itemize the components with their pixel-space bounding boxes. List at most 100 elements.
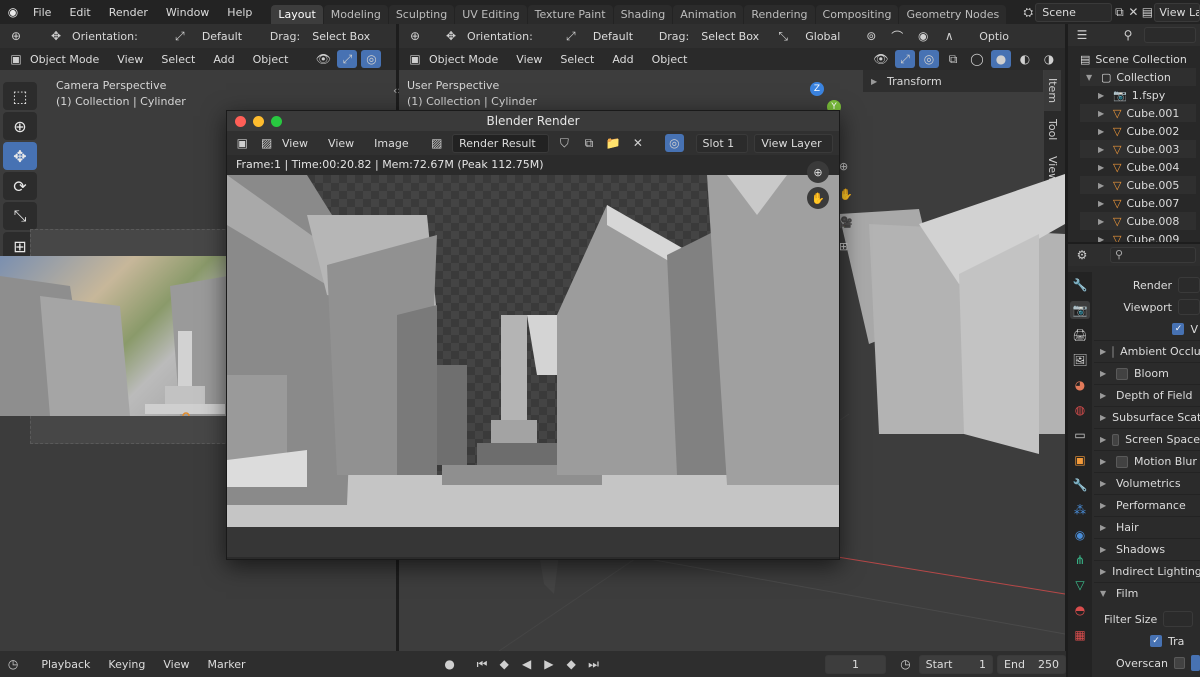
expand-icon[interactable]: ▶ (1100, 545, 1110, 554)
menu-view[interactable]: View (156, 656, 196, 673)
solid-shading-icon[interactable]: ● (991, 50, 1011, 68)
object-mode-select[interactable]: Object Mode (429, 51, 505, 68)
outliner-item[interactable]: ▶ ▽ Cube.003 (1080, 140, 1196, 158)
tab-layout[interactable]: Layout (271, 5, 323, 24)
play-icon[interactable]: ▶ (540, 655, 558, 673)
transparent-checkbox[interactable]: ✓ (1150, 635, 1162, 647)
filter-icon[interactable]: ⚲ (1118, 26, 1138, 44)
wireframe-shading-icon[interactable]: ◯ (967, 50, 987, 68)
outliner-item[interactable]: ▶ ▽ Cube.001 (1080, 104, 1196, 122)
drag-select[interactable]: Select Box (306, 28, 384, 45)
overscan-field[interactable] (1190, 655, 1200, 671)
transform-space-select[interactable]: Global (799, 28, 855, 45)
outliner-collection[interactable]: ▼ ▢ Collection (1080, 68, 1196, 86)
proportional-edit-icon[interactable]: ◉ (913, 27, 933, 45)
expand-icon[interactable]: ▶ (1098, 109, 1108, 118)
options-label[interactable]: Optio (979, 30, 1009, 43)
blender-logo-icon[interactable]: ◉ (6, 3, 20, 21)
visibility-icon[interactable]: 👁 (871, 50, 891, 68)
view-layer-selector[interactable]: View Layer (1154, 2, 1200, 22)
zoom-in-icon[interactable]: ⊕ (807, 161, 829, 183)
xray-icon[interactable]: ⧉ (943, 50, 963, 68)
menu-add[interactable]: Add (605, 51, 640, 68)
property-panel-header[interactable]: ▶ Subsurface Scatt (1094, 406, 1200, 428)
collection-tab-icon[interactable]: ▭ (1070, 426, 1090, 444)
outliner-item[interactable]: ▶ ▽ Cube.002 (1080, 122, 1196, 140)
menu-image[interactable]: Image (367, 135, 415, 152)
gizmo-toggle-icon[interactable]: ⤢ (337, 50, 358, 68)
filter-size-field[interactable] (1163, 611, 1194, 627)
editor-type-icon[interactable]: ◷ (4, 655, 22, 673)
properties-search[interactable]: ⚲ (1110, 247, 1196, 263)
constraints-tab-icon[interactable]: ⋔ (1070, 551, 1090, 569)
overlay-toggle-icon[interactable]: ◎ (665, 134, 684, 152)
viewport-denoise-checkbox[interactable]: ✓ (1172, 323, 1185, 335)
menu-view[interactable]: View (110, 51, 150, 68)
outliner-search[interactable] (1144, 27, 1196, 43)
world-tab-icon[interactable]: ◍ (1070, 401, 1090, 419)
prev-keyframe-icon[interactable]: ◆ (495, 655, 513, 673)
material-tab-icon[interactable]: ◓ (1070, 601, 1090, 619)
outliner-item[interactable]: ▶ ▽ Cube.007 (1080, 194, 1196, 212)
expand-icon[interactable]: ▶ (1100, 457, 1110, 466)
editor-type-icon[interactable]: ⚙ (1072, 246, 1092, 264)
expand-icon[interactable]: ▶ (1098, 217, 1108, 226)
expand-icon[interactable]: ▶ (1100, 501, 1110, 510)
close-scene-icon[interactable]: ✕ (1126, 3, 1140, 21)
copy-scene-icon[interactable]: ⧉ (1112, 3, 1126, 21)
expand-icon[interactable]: ▼ (1100, 589, 1110, 598)
menu-add[interactable]: Add (206, 51, 241, 68)
image-browse-icon[interactable]: ▨ (428, 134, 446, 152)
outliner-item[interactable]: ▶ ▽ Cube.005 (1080, 176, 1196, 194)
property-panel-header[interactable]: ▶ Screen Space (1094, 428, 1200, 450)
expand-icon[interactable]: ▶ (1098, 127, 1108, 136)
viewport-samples-field[interactable] (1178, 299, 1200, 315)
expand-icon[interactable]: ▶ (1098, 91, 1108, 100)
expand-icon[interactable]: ▶ (1098, 163, 1108, 172)
drag-select[interactable]: Select Box (695, 28, 767, 45)
expand-icon[interactable]: ▶ (871, 77, 881, 86)
panel-enable-checkbox[interactable] (1116, 455, 1128, 468)
scene-selector[interactable]: Scene (1035, 2, 1113, 22)
layer-select[interactable]: View Layer (754, 133, 833, 153)
cursor-tool[interactable]: ⊕ (3, 112, 37, 140)
panel-enable-checkbox[interactable] (1112, 433, 1120, 446)
rotate-tool[interactable]: ⟳ (3, 172, 37, 200)
scene-icon[interactable]: ⛭ (1021, 3, 1035, 21)
tab-shading[interactable]: Shading (613, 5, 673, 24)
menu-file[interactable]: File (24, 6, 60, 19)
property-panel-header[interactable]: ▶ Indirect Lighting (1094, 560, 1200, 582)
gizmo-toggle-icon[interactable]: ⤢ (895, 50, 915, 68)
view-mode-select[interactable]: View (282, 135, 315, 152)
collapse-icon[interactable]: ▼ (1086, 73, 1096, 82)
menu-view[interactable]: View (509, 51, 549, 68)
property-panel-header[interactable]: ▶ Hair (1094, 516, 1200, 538)
pivot-icon[interactable]: ⊚ (861, 27, 881, 45)
move-gizmo-icon[interactable]: ✥ (441, 27, 461, 45)
menu-playback[interactable]: Playback (34, 656, 97, 673)
property-panel-header[interactable]: ▶ Volumetrics (1094, 472, 1200, 494)
play-reverse-icon[interactable]: ◀ (517, 655, 535, 673)
expand-icon[interactable]: ▶ (1100, 479, 1110, 488)
expand-icon[interactable]: ▶ (1098, 199, 1108, 208)
editor-type-icon[interactable]: ⊕ (405, 27, 425, 45)
expand-icon[interactable]: ▶ (1100, 347, 1106, 356)
menu-keying[interactable]: Keying (101, 656, 152, 673)
outliner-item[interactable]: ▶ ▽ Cube.008 (1080, 212, 1196, 230)
view-layer-tab-icon[interactable]: 🖼 (1070, 351, 1090, 369)
property-panel-header[interactable]: ▶ Bloom (1094, 362, 1200, 384)
next-keyframe-icon[interactable]: ◆ (562, 655, 580, 673)
physics-tab-icon[interactable]: ◉ (1070, 526, 1090, 544)
property-panel-header[interactable]: ▶ Ambient Occlu (1094, 340, 1200, 362)
menu-view[interactable]: View (321, 135, 361, 152)
tab-compositing[interactable]: Compositing (815, 5, 899, 24)
ortho-toggle-icon[interactable]: ⊞ (839, 240, 848, 253)
snap-icon[interactable]: ⌒ (887, 27, 907, 45)
expand-icon[interactable]: ▶ (1100, 391, 1110, 400)
editor-type-icon[interactable]: ⊕ (6, 27, 26, 45)
render-tab-icon[interactable]: 📷 (1070, 301, 1090, 319)
tool-tab-icon[interactable]: 🔧 (1070, 276, 1090, 294)
panel-enable-checkbox[interactable] (1116, 367, 1128, 380)
outliner-item[interactable]: ▶ 📷 1.fspy (1080, 86, 1196, 104)
modifier-tab-icon[interactable]: 🔧 (1070, 476, 1090, 494)
